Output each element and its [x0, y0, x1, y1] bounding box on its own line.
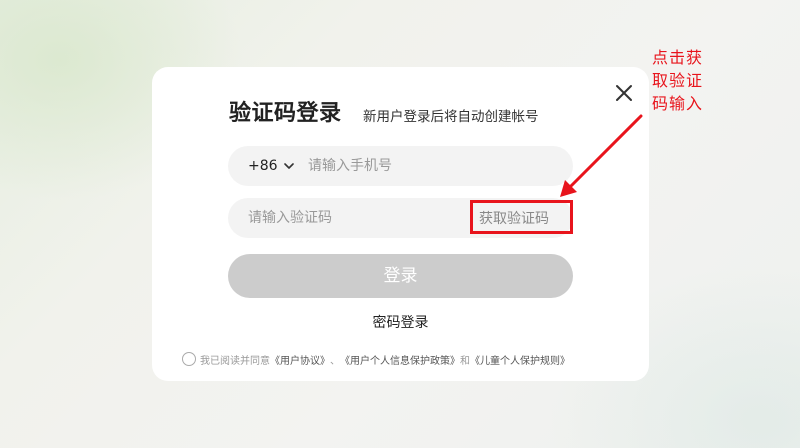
page-title: 验证码登录: [229, 101, 342, 126]
child-policy-link[interactable]: 《儿童个人保护规则》: [470, 352, 570, 367]
country-code-select[interactable]: +86: [248, 157, 294, 175]
password-login-link[interactable]: 密码登录: [373, 315, 429, 331]
chevron-down-icon: [283, 158, 294, 174]
subtitle: 新用户登录后将自动创建帐号: [363, 109, 539, 125]
user-agreement-link[interactable]: 《用户协议》: [270, 352, 330, 367]
close-icon: [616, 85, 632, 101]
password-login: 密码登录: [152, 312, 649, 332]
annotation-text: 点击获取验证码输入: [652, 48, 704, 113]
close-button[interactable]: [612, 81, 636, 105]
login-modal: 验证码登录 新用户登录后将自动创建帐号 +86 获取验证码 登录 密码登录 我已…: [152, 67, 649, 381]
agreement-separator: 、: [330, 355, 340, 367]
country-code-label: +86: [248, 158, 278, 174]
login-button[interactable]: 登录: [228, 254, 573, 298]
code-input[interactable]: [248, 198, 463, 238]
privacy-policy-link[interactable]: 《用户个人信息保护政策》: [340, 352, 460, 367]
agreement-row: 我已阅读并同意 《用户协议》 、 《用户个人信息保护政策》 和 《儿童个人保护规…: [182, 351, 570, 367]
agreement-prefix: 我已阅读并同意: [200, 355, 270, 367]
phone-input[interactable]: [308, 146, 558, 186]
get-code-highlight-box: [470, 200, 573, 234]
agree-radio[interactable]: [182, 352, 196, 366]
phone-field: +86: [228, 146, 573, 186]
agreement-and: 和: [460, 355, 470, 367]
